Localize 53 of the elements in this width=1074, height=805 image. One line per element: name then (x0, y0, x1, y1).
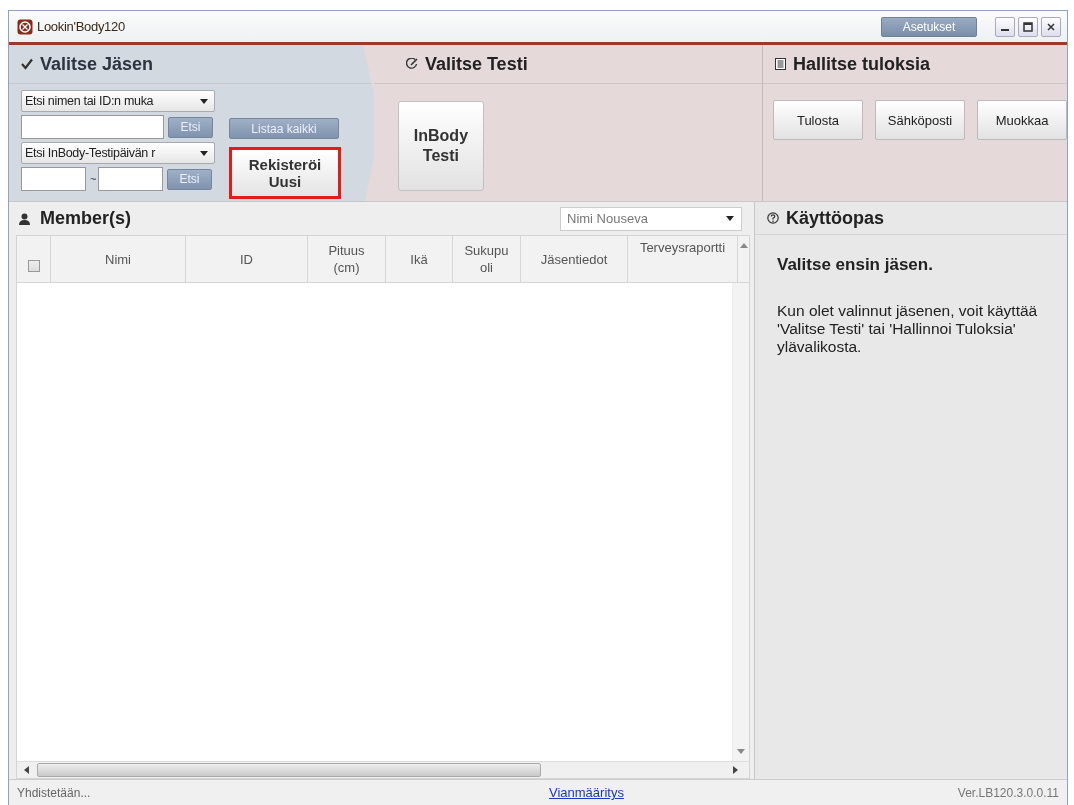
register-button[interactable]: Rekisteröi Uusi (229, 147, 341, 199)
troubleshooting-link[interactable]: Vianmääritys (549, 785, 958, 800)
scroll-right-icon (733, 766, 739, 774)
maximize-button[interactable] (1018, 16, 1038, 37)
panel-title: Hallitse tuloksia (793, 53, 931, 75)
logo-icon (17, 18, 33, 35)
scroll-thumb[interactable] (37, 763, 541, 777)
dropdown-value: Nimi Nouseva (567, 211, 649, 226)
section-title: Member(s) (40, 208, 132, 229)
date-to-field[interactable] (98, 167, 163, 191)
minimize-button[interactable] (995, 16, 1015, 37)
caret-icon (199, 148, 209, 158)
caret-icon (725, 214, 735, 223)
action-button[interactable]: Muokkaa (977, 100, 1067, 140)
action-button[interactable]: Sähköposti (875, 100, 965, 140)
column-header[interactable]: Jäsentiedot (540, 250, 608, 268)
dropdown[interactable]: Etsi InBody-Testipäivän r (21, 142, 215, 164)
section-title: Käyttöopas (786, 207, 884, 229)
column-header[interactable]: Sukupuoli (461, 242, 512, 276)
range-separator: ~ (90, 173, 94, 185)
close-button[interactable] (1041, 16, 1061, 37)
maximize-icon (1021, 19, 1035, 34)
action-button[interactable]: Tulosta (773, 100, 863, 140)
minimize-icon (1001, 28, 1009, 31)
version-text: Ver.LB120.3.0.0.11 (957, 785, 1059, 800)
window-title: Lookin'Body120 (37, 19, 125, 34)
panel-title: Valitse Testi (424, 53, 528, 75)
select-all-checkbox[interactable] (27, 260, 40, 272)
scroll-up-icon (739, 242, 748, 248)
column-header[interactable]: Ikä (410, 250, 428, 268)
list-icon (775, 58, 786, 70)
guide-heading: Valitse ensin jäsen. (776, 254, 934, 275)
dropdown-value: Etsi nimen tai ID:n muka (25, 94, 155, 108)
guide-text: Kun olet valinnut jäsenen, voit käyttää 'Valitse Testi' tai 'Hallinnoi Tuloksia' ylävalikosta. (776, 301, 1039, 356)
scroll-left-icon (23, 766, 29, 774)
search-field[interactable] (21, 115, 164, 139)
scroll-down-icon (737, 749, 745, 755)
caret-icon (199, 96, 209, 106)
edit-icon (405, 58, 418, 70)
sort-dropdown[interactable]: Nimi Nouseva (560, 206, 742, 231)
dropdown[interactable]: Etsi nimen tai ID:n muka (21, 90, 215, 112)
panel-title: Valitse Jäsen (40, 53, 154, 75)
dropdown-value: Etsi InBody-Testipäivän r (25, 146, 157, 160)
column-header[interactable]: Pituus (cm) (326, 242, 367, 276)
column-header[interactable]: Terveysraportti (639, 239, 726, 256)
column-header[interactable]: Nimi (105, 250, 131, 268)
help-icon (767, 212, 779, 224)
inbody-test-button[interactable]: InBody Testi (397, 101, 484, 191)
status-text: Yhdistetään... (17, 785, 92, 800)
check-icon (21, 58, 33, 70)
person-icon (19, 212, 30, 225)
date-from-field[interactable] (21, 167, 86, 191)
column-header[interactable]: ID (240, 250, 253, 268)
